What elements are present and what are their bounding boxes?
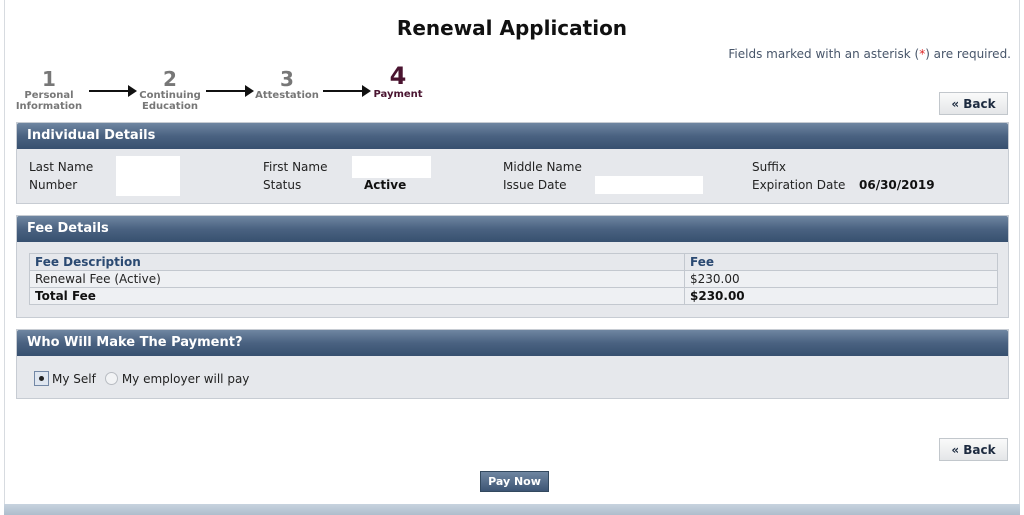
pay-now-button[interactable]: Pay Now	[480, 471, 549, 492]
fee-table-header-row: Fee Description Fee	[29, 253, 998, 271]
payment-panel: Who Will Make The Payment? My Self My em…	[16, 329, 1009, 399]
fee-details-panel: Fee Details Fee Description Fee Renewal …	[16, 215, 1009, 318]
expiration-date-label: Expiration Date	[752, 178, 846, 192]
status-value: Active	[364, 178, 407, 192]
step-label: Continuing	[139, 90, 201, 101]
issue-date-label: Issue Date	[503, 178, 567, 192]
my-self-label[interactable]: My Self	[52, 372, 96, 386]
step-number: 3	[280, 67, 294, 91]
step-arrow-icon	[323, 85, 371, 97]
step-continuing-education: 2 Continuing Education	[134, 68, 206, 112]
fee-column-header: Fee	[684, 253, 998, 271]
fee-amount-cell: $230.00	[684, 270, 998, 288]
table-row: Renewal Fee (Active) $230.00	[29, 270, 998, 288]
payment-heading: Who Will Make The Payment?	[17, 330, 1008, 356]
step-label: Education	[142, 101, 198, 112]
total-fee-row: Total Fee $230.00	[29, 287, 998, 305]
employer-radio[interactable]	[104, 372, 118, 385]
page-title: Renewal Application	[396, 16, 628, 40]
required-note-suffix: ) are required.	[925, 47, 1011, 61]
fee-description-column-header: Fee Description	[29, 253, 685, 271]
status-label: Status	[263, 178, 302, 192]
step-label: Attestation	[255, 90, 319, 101]
required-note-prefix: Fields marked with an asterisk (	[728, 47, 920, 61]
total-fee-label: Total Fee	[29, 287, 685, 305]
individual-details-panel: Individual Details Last Name Number Firs…	[16, 122, 1009, 204]
fee-table: Fee Description Fee Renewal Fee (Active)…	[29, 253, 998, 305]
step-number: 4	[389, 62, 407, 90]
my-self-radio[interactable]	[34, 371, 49, 386]
middle-name-label: Middle Name	[503, 160, 582, 174]
back-button-bottom[interactable]: « Back	[939, 438, 1008, 461]
suffix-label: Suffix	[752, 160, 786, 174]
expiration-date-value: 06/30/2019	[859, 178, 935, 192]
step-label: Payment	[373, 89, 423, 100]
step-personal-information: 1 Personal Information	[14, 68, 84, 112]
footer-bar	[4, 504, 1020, 515]
step-number: 2	[163, 67, 177, 91]
payer-options: My Self My employer will pay	[34, 371, 249, 386]
last-name-label: Last Name	[29, 160, 94, 174]
back-button-top[interactable]: « Back	[939, 92, 1008, 115]
number-label: Number	[29, 178, 78, 192]
fee-description-cell: Renewal Fee (Active)	[29, 270, 685, 288]
fee-details-heading: Fee Details	[17, 216, 1008, 242]
step-label: Information	[15, 101, 83, 112]
last-name-number-value	[116, 156, 180, 196]
step-attestation: 3 Attestation	[254, 68, 320, 101]
individual-details-heading: Individual Details	[17, 123, 1008, 149]
first-name-value	[352, 156, 431, 178]
required-fields-note: Fields marked with an asterisk (*) are r…	[728, 47, 1011, 61]
radio-selected-dot-icon	[39, 376, 44, 381]
step-number: 1	[42, 67, 56, 91]
first-name-label: First Name	[263, 160, 328, 174]
employer-label[interactable]: My employer will pay	[122, 372, 250, 386]
step-arrow-icon	[206, 85, 254, 97]
step-arrow-icon	[89, 85, 137, 97]
issue-date-value	[595, 176, 703, 194]
total-fee-amount: $230.00	[684, 287, 998, 305]
progress-stepper: 1 Personal Information 2 Continuing Educ…	[14, 62, 444, 117]
step-payment: 4 Payment	[368, 63, 428, 100]
step-label: Personal	[24, 90, 74, 101]
